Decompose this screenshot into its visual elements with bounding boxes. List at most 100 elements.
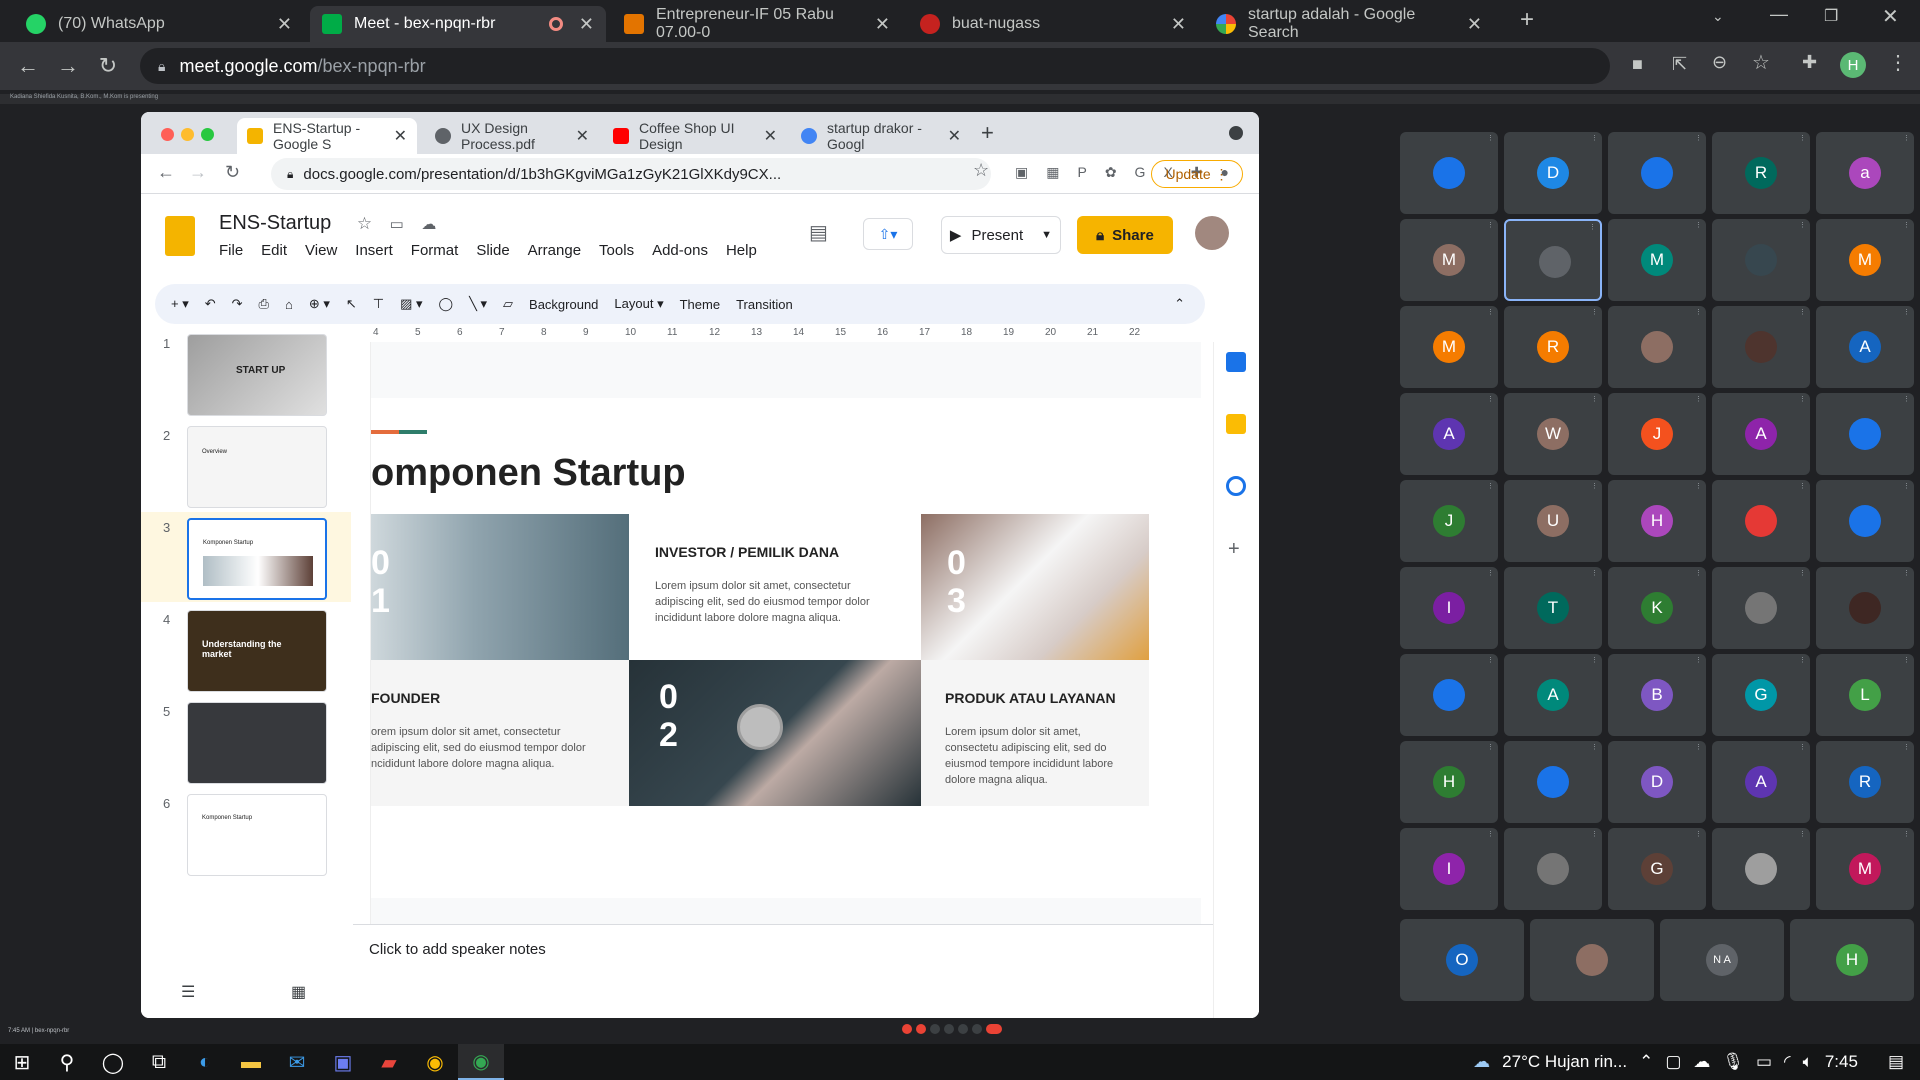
participant-tile[interactable]: D ⋮: [1504, 132, 1602, 214]
participant-tile[interactable]: H ⋮: [1400, 741, 1498, 823]
participant-tile[interactable]: ⋮: [1712, 219, 1810, 301]
battery-icon[interactable]: ▭: [1756, 1052, 1772, 1072]
participant-tile[interactable]: M ⋮: [1816, 219, 1914, 301]
tile-menu-icon[interactable]: ⋮: [1903, 569, 1910, 577]
browser-tab-meet[interactable]: Meet - bex-npqn-rbr ✕: [310, 6, 606, 42]
notifications-icon[interactable]: ▤: [1888, 1052, 1904, 1072]
participant-tile[interactable]: ⋮: [1712, 828, 1810, 910]
participant-tile[interactable]: [1530, 919, 1654, 1001]
participant-tile[interactable]: B ⋮: [1608, 654, 1706, 736]
tile-menu-icon[interactable]: ⋮: [1487, 830, 1494, 838]
tile-menu-icon[interactable]: ⋮: [1695, 482, 1702, 490]
office-icon[interactable]: ▰: [366, 1044, 412, 1080]
participant-tile[interactable]: H ⋮: [1608, 480, 1706, 562]
mic-off-button[interactable]: [902, 1024, 912, 1034]
tile-menu-icon[interactable]: ⋮: [1487, 482, 1494, 490]
tile-menu-icon[interactable]: ⋮: [1903, 656, 1910, 664]
address-bar[interactable]: 🔒︎ meet.google.com /bex-npqn-rbr: [140, 48, 1610, 84]
back-button[interactable]: ←: [12, 50, 44, 82]
participant-tile[interactable]: M ⋮: [1816, 828, 1914, 910]
tile-menu-icon[interactable]: ⋮: [1903, 308, 1910, 316]
participant-tile[interactable]: W ⋮: [1504, 393, 1602, 475]
tile-menu-icon[interactable]: ⋮: [1903, 830, 1910, 838]
tile-menu-icon[interactable]: ⋮: [1903, 134, 1910, 142]
participant-tile[interactable]: A ⋮: [1816, 306, 1914, 388]
tile-menu-icon[interactable]: ⋮: [1487, 656, 1494, 664]
participant-tile[interactable]: ⋮: [1400, 132, 1498, 214]
participant-tile[interactable]: R ⋮: [1816, 741, 1914, 823]
tile-menu-icon[interactable]: ⋮: [1799, 308, 1806, 316]
participant-tile[interactable]: a ⋮: [1816, 132, 1914, 214]
participant-tile[interactable]: ⋮: [1608, 132, 1706, 214]
present-now-button[interactable]: [958, 1024, 968, 1034]
participant-tile[interactable]: ⋮: [1712, 306, 1810, 388]
tile-menu-icon[interactable]: ⋮: [1799, 482, 1806, 490]
raise-hand-button[interactable]: [944, 1024, 954, 1034]
minimize-button[interactable]: —: [1770, 4, 1788, 25]
onedrive-icon[interactable]: ☁: [1693, 1052, 1710, 1072]
mail-icon[interactable]: ✉: [274, 1044, 320, 1080]
participant-tile[interactable]: ⋮: [1504, 828, 1602, 910]
tile-menu-icon[interactable]: ⋮: [1799, 221, 1806, 229]
close-icon[interactable]: ✕: [277, 14, 292, 35]
participant-tile[interactable]: ⋮: [1712, 480, 1810, 562]
tile-menu-icon[interactable]: ⋮: [1487, 308, 1494, 316]
tile-menu-icon[interactable]: ⋮: [1589, 223, 1596, 231]
restore-button[interactable]: ❐: [1824, 6, 1838, 26]
cortana-icon[interactable]: ◯: [90, 1044, 136, 1080]
camera-off-button[interactable]: [916, 1024, 926, 1034]
participant-tile[interactable]: G ⋮: [1608, 828, 1706, 910]
tile-menu-icon[interactable]: ⋮: [1695, 221, 1702, 229]
windows-start-icon[interactable]: ⊞: [0, 1044, 44, 1080]
menu-icon[interactable]: ⋮: [1888, 50, 1908, 75]
file-explorer-icon[interactable]: ▬: [228, 1044, 274, 1080]
forward-button[interactable]: →: [52, 50, 84, 82]
wifi-icon[interactable]: ◜: [1784, 1052, 1791, 1072]
volume-icon[interactable]: 🔈︎: [1803, 1052, 1813, 1072]
tile-menu-icon[interactable]: ⋮: [1695, 656, 1702, 664]
browser-tab-buat-nugass[interactable]: buat-nugass ✕: [908, 6, 1198, 42]
participant-tile[interactable]: T ⋮: [1504, 567, 1602, 649]
tile-menu-icon[interactable]: ⋮: [1799, 134, 1806, 142]
tile-menu-icon[interactable]: ⋮: [1799, 830, 1806, 838]
participant-tile[interactable]: A ⋮: [1400, 393, 1498, 475]
participant-tile[interactable]: O: [1400, 919, 1524, 1001]
task-view-icon[interactable]: ⧉: [136, 1044, 182, 1080]
new-tab-button[interactable]: +: [1520, 6, 1534, 34]
tile-menu-icon[interactable]: ⋮: [1591, 743, 1598, 751]
participant-tile[interactable]: M ⋮: [1400, 219, 1498, 301]
tile-menu-icon[interactable]: ⋮: [1591, 656, 1598, 664]
participant-tile[interactable]: I ⋮: [1400, 828, 1498, 910]
participant-tile[interactable]: ⋮: [1712, 567, 1810, 649]
participant-tile[interactable]: J ⋮: [1400, 480, 1498, 562]
participant-tile[interactable]: M ⋮: [1608, 219, 1706, 301]
participant-tile[interactable]: R ⋮: [1712, 132, 1810, 214]
browser-tab-google-search[interactable]: startup adalah - Google Search ✕: [1204, 6, 1494, 42]
edge-icon[interactable]: ◐: [182, 1044, 228, 1080]
tile-menu-icon[interactable]: ⋮: [1591, 308, 1598, 316]
tile-menu-icon[interactable]: ⋮: [1799, 395, 1806, 403]
tile-menu-icon[interactable]: ⋮: [1799, 743, 1806, 751]
participant-tile[interactable]: M ⋮: [1400, 306, 1498, 388]
participant-tile[interactable]: N A: [1660, 919, 1784, 1001]
zoom-icon[interactable]: ⊖: [1712, 52, 1727, 73]
tile-menu-icon[interactable]: ⋮: [1903, 221, 1910, 229]
reload-button[interactable]: ↻: [92, 50, 124, 82]
tile-menu-icon[interactable]: ⋮: [1695, 569, 1702, 577]
tile-menu-icon[interactable]: ⋮: [1903, 395, 1910, 403]
tab-search-icon[interactable]: ⌄: [1712, 8, 1724, 25]
chevron-up-icon[interactable]: ⌃: [1639, 1052, 1653, 1072]
bookmark-star-icon[interactable]: ☆: [1752, 50, 1770, 75]
tile-menu-icon[interactable]: ⋮: [1487, 569, 1494, 577]
captions-button[interactable]: [930, 1024, 940, 1034]
participant-tile[interactable]: ⋮: [1504, 219, 1602, 301]
weather-text[interactable]: 27°C Hujan rin...: [1502, 1052, 1627, 1072]
tile-menu-icon[interactable]: ⋮: [1695, 395, 1702, 403]
extensions-icon[interactable]: ✚: [1802, 52, 1817, 73]
window-close-button[interactable]: ✕: [1882, 4, 1899, 29]
browser-tab-whatsapp[interactable]: (70) WhatsApp ✕: [14, 6, 304, 42]
leave-call-button[interactable]: [986, 1024, 1002, 1034]
participant-tile[interactable]: ⋮: [1504, 741, 1602, 823]
chrome-icon[interactable]: ◉: [412, 1044, 458, 1080]
camera-icon[interactable]: ■: [1632, 54, 1643, 75]
